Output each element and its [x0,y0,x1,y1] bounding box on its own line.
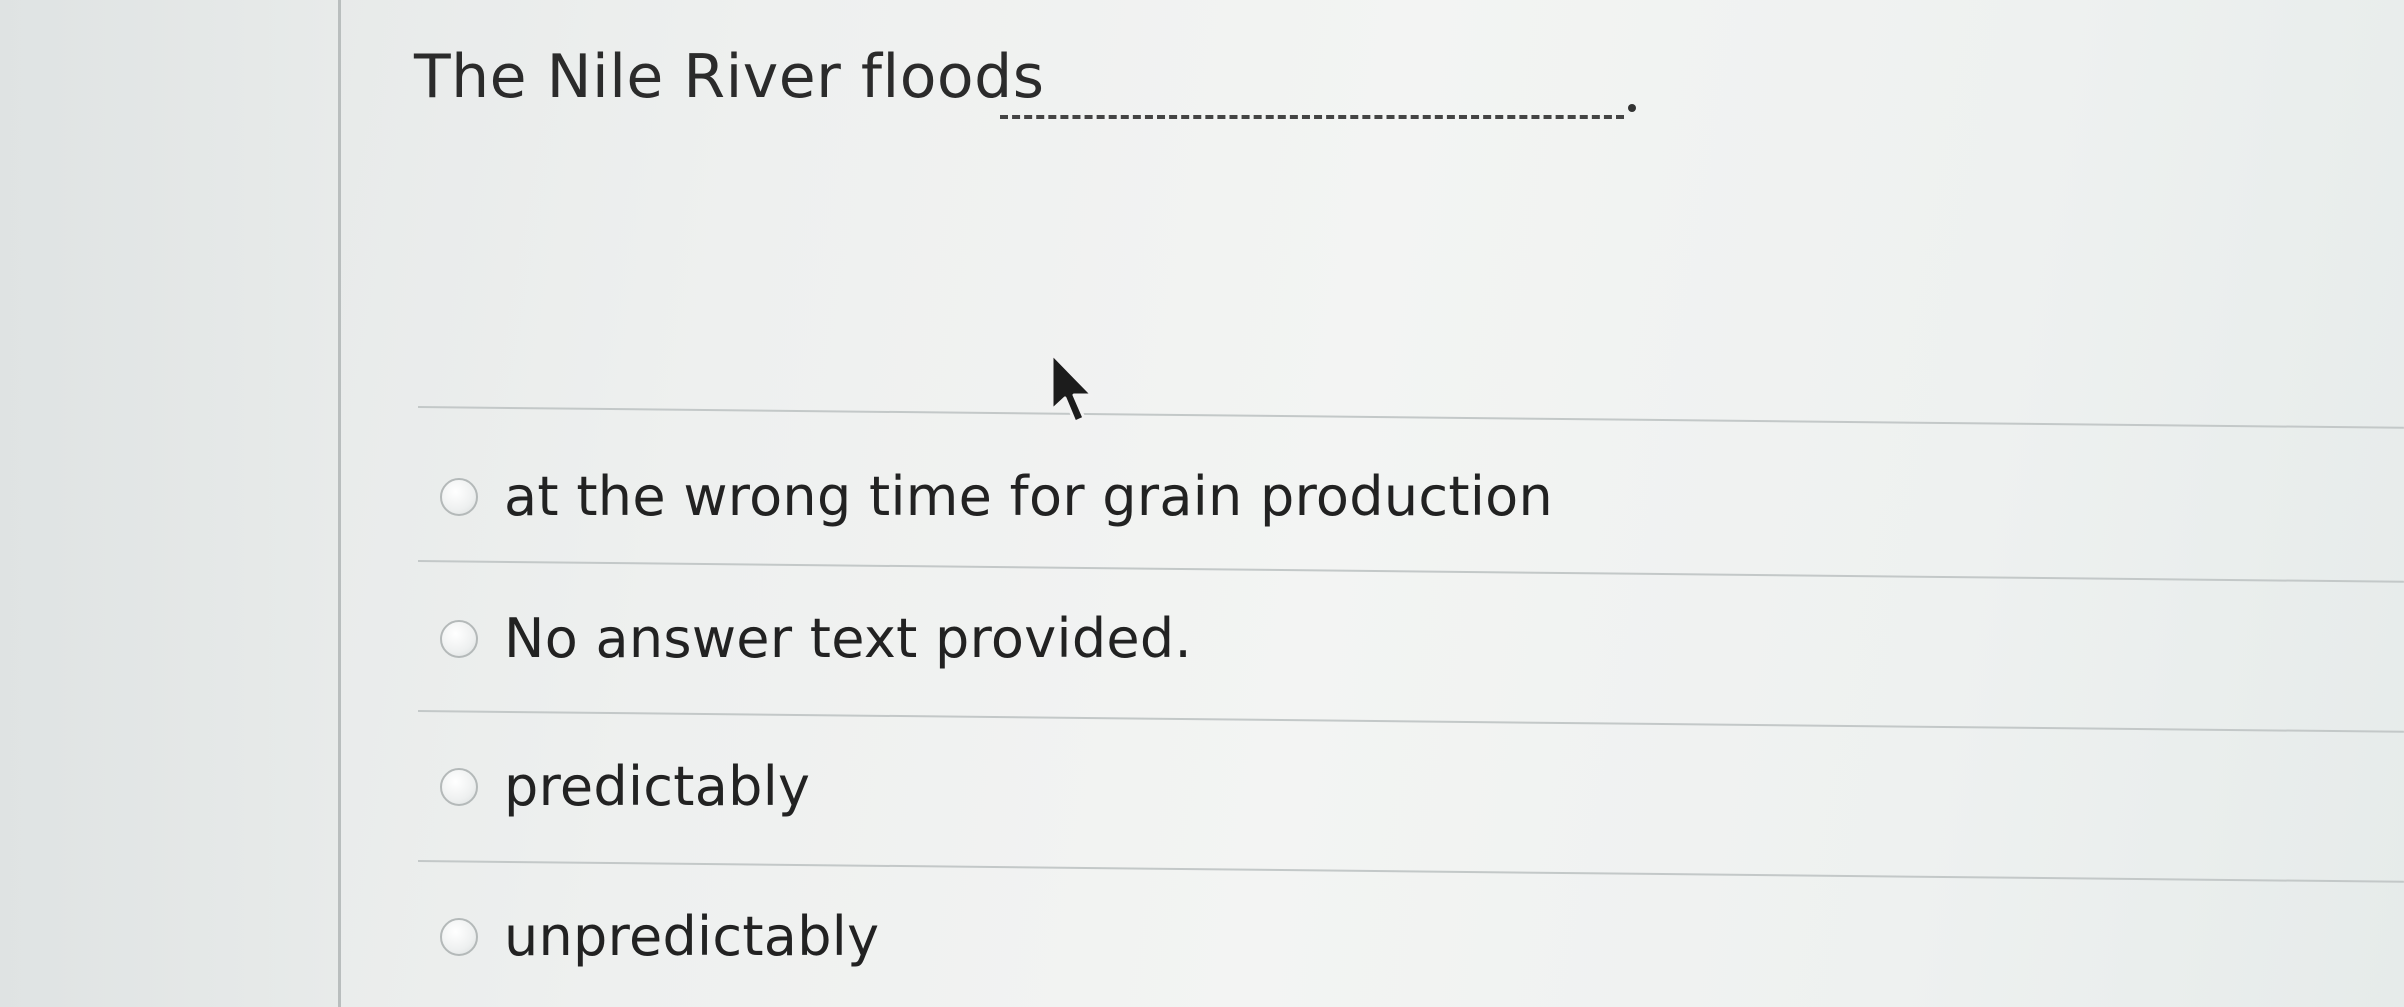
option-label: at the wrong time for grain production [504,465,1554,528]
mouse-pointer-icon [1050,352,1094,424]
option-label: No answer text provided. [504,607,1192,670]
answer-option-2[interactable]: No answer text provided. [440,607,1192,670]
radio-button[interactable] [440,477,478,516]
option-label: unpredictably [504,905,880,968]
radio-button[interactable] [440,767,478,806]
question-text: The Nile River floods [414,42,1045,112]
radio-button[interactable] [440,619,478,658]
option-divider [417,560,2404,583]
option-divider [417,406,2404,429]
option-label: predictably [504,755,811,818]
left-margin [0,0,340,1007]
answer-option-1[interactable]: at the wrong time for grain production [440,465,1553,528]
question-period [1628,104,1636,112]
option-divider [417,710,2404,733]
radio-button[interactable] [440,917,478,956]
quiz-page: The Nile River floods at the wrong time … [0,0,2404,1007]
answer-option-4[interactable]: unpredictably [440,905,879,968]
answer-option-3[interactable]: predictably [440,755,810,818]
answer-blank [1000,115,1624,119]
content-divider [338,0,341,1007]
option-divider [417,860,2404,883]
